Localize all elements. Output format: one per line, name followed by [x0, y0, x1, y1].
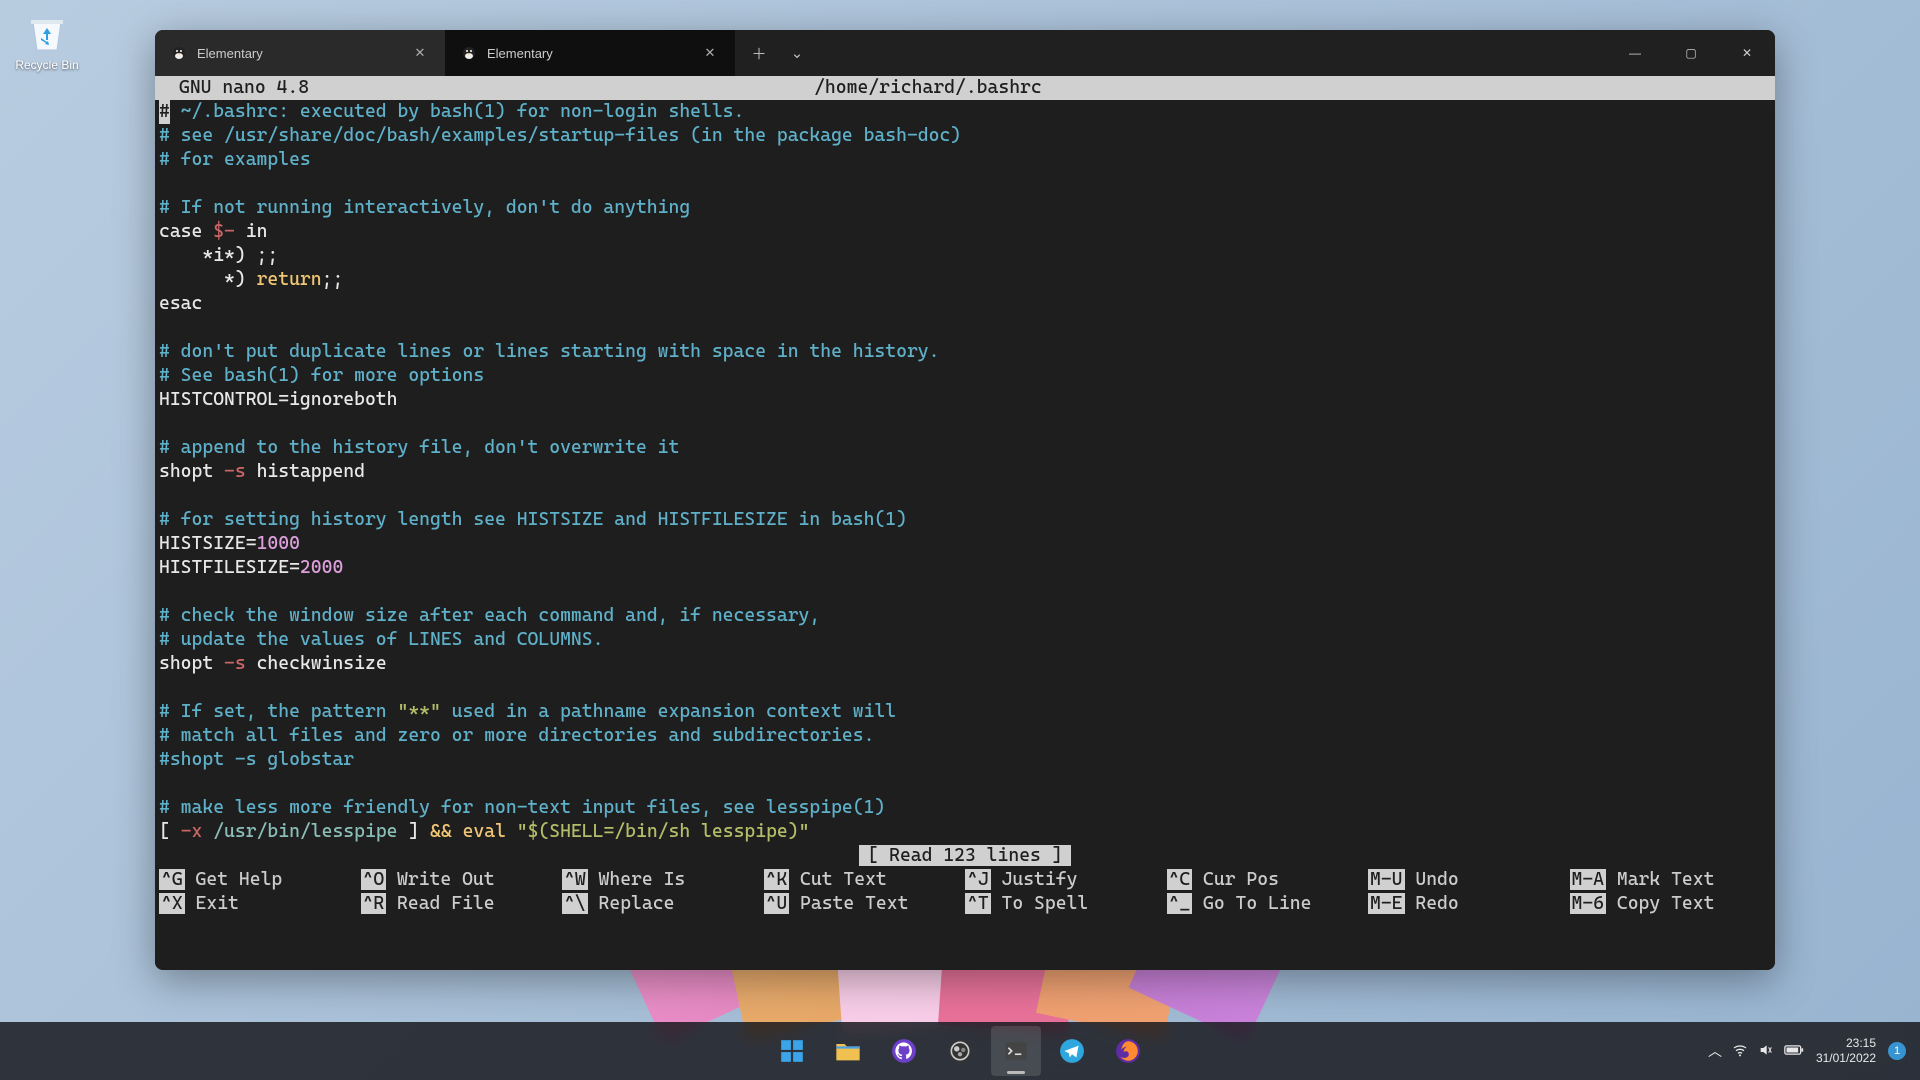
taskbar[interactable]: ︿ 23:15 31/01/2022 1: [0, 1022, 1920, 1080]
editor-content: ## ~/.bashrc: executed by bash(1) for no…: [155, 100, 1775, 844]
battery-icon[interactable]: [1784, 1043, 1804, 1060]
minimize-button[interactable]: —: [1607, 30, 1663, 76]
recycle-bin-icon: [23, 8, 71, 56]
file-explorer-button[interactable]: [823, 1026, 873, 1076]
terminal-window: Elementary ✕ Elementary ✕ ＋ ⌄ — ▢ ✕ GNU …: [155, 30, 1775, 970]
windows-icon: [779, 1038, 805, 1064]
titlebar[interactable]: Elementary ✕ Elementary ✕ ＋ ⌄ — ▢ ✕: [155, 30, 1775, 76]
close-window-button[interactable]: ✕: [1719, 30, 1775, 76]
obs-icon: [947, 1038, 973, 1064]
nano-header: GNU nano 4.8 /home/richard/.bashrc: [155, 76, 1775, 100]
wifi-icon[interactable]: [1732, 1042, 1748, 1061]
new-tab-button[interactable]: ＋: [741, 37, 777, 69]
nano-filepath: /home/richard/.bashrc: [814, 76, 1042, 100]
recycle-bin-label: Recycle Bin: [8, 58, 86, 72]
tab-elementary-1[interactable]: Elementary ✕: [155, 30, 445, 76]
tab-title: Elementary: [197, 46, 263, 61]
folder-icon: [834, 1037, 862, 1065]
nano-shortcuts: ^G Get Help ^O Write Out ^W Where Is ^K …: [155, 868, 1775, 922]
volume-icon[interactable]: [1758, 1042, 1774, 1061]
tab-elementary-2[interactable]: Elementary ✕: [445, 30, 735, 76]
tab-close-button[interactable]: ✕: [699, 42, 721, 64]
recycle-bin[interactable]: Recycle Bin: [8, 8, 86, 72]
telegram-button[interactable]: [1047, 1026, 1097, 1076]
tab-dropdown-button[interactable]: ⌄: [779, 37, 815, 69]
tux-icon: [461, 45, 477, 61]
firefox-icon: [1115, 1038, 1141, 1064]
tab-title: Elementary: [487, 46, 553, 61]
terminal-icon: [1003, 1038, 1029, 1064]
tux-icon: [171, 45, 187, 61]
nano-version: GNU nano 4.8: [179, 76, 309, 100]
notification-badge[interactable]: 1: [1888, 1042, 1906, 1060]
clock-date: 31/01/2022: [1816, 1051, 1876, 1066]
firefox-button[interactable]: [1103, 1026, 1153, 1076]
github-icon: [891, 1038, 917, 1064]
nano-status: [ Read 123 lines ]: [155, 844, 1775, 868]
tray-chevron-icon[interactable]: ︿: [1708, 1041, 1722, 1061]
clock-time: 23:15: [1816, 1036, 1876, 1051]
tab-close-button[interactable]: ✕: [409, 42, 431, 64]
terminal-button[interactable]: [991, 1026, 1041, 1076]
start-button[interactable]: [767, 1026, 817, 1076]
maximize-button[interactable]: ▢: [1663, 30, 1719, 76]
terminal-body[interactable]: GNU nano 4.8 /home/richard/.bashrc ## ~/…: [155, 76, 1775, 970]
taskbar-clock[interactable]: 23:15 31/01/2022: [1816, 1036, 1876, 1066]
obs-button[interactable]: [935, 1026, 985, 1076]
telegram-icon: [1059, 1038, 1085, 1064]
github-desktop-button[interactable]: [879, 1026, 929, 1076]
